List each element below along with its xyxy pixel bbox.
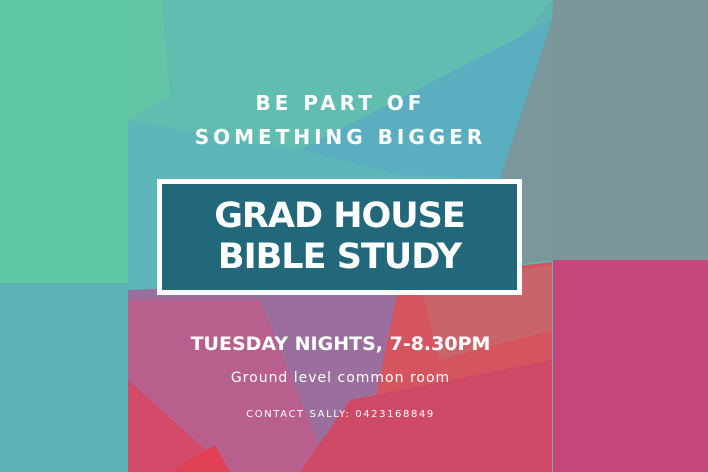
schedule-text: TUESDAY NIGHTS, 7-8.30PM (190, 333, 491, 355)
contact-text: CONTACT SALLY: 0423168849 (246, 409, 435, 420)
flyer: BE PART OF SOMETHING BIGGER GRAD HOUSE B… (0, 0, 708, 472)
title-line-1: GRAD HOUSE (214, 196, 466, 236)
tagline-line-2: SOMETHING BIGGER (194, 125, 487, 149)
title-line-2: BIBLE STUDY (217, 237, 462, 277)
location-text: Ground level common room (230, 370, 451, 386)
tagline-line-1: BE PART OF (255, 91, 426, 115)
title-box: GRAD HOUSE BIBLE STUDY (157, 179, 522, 295)
